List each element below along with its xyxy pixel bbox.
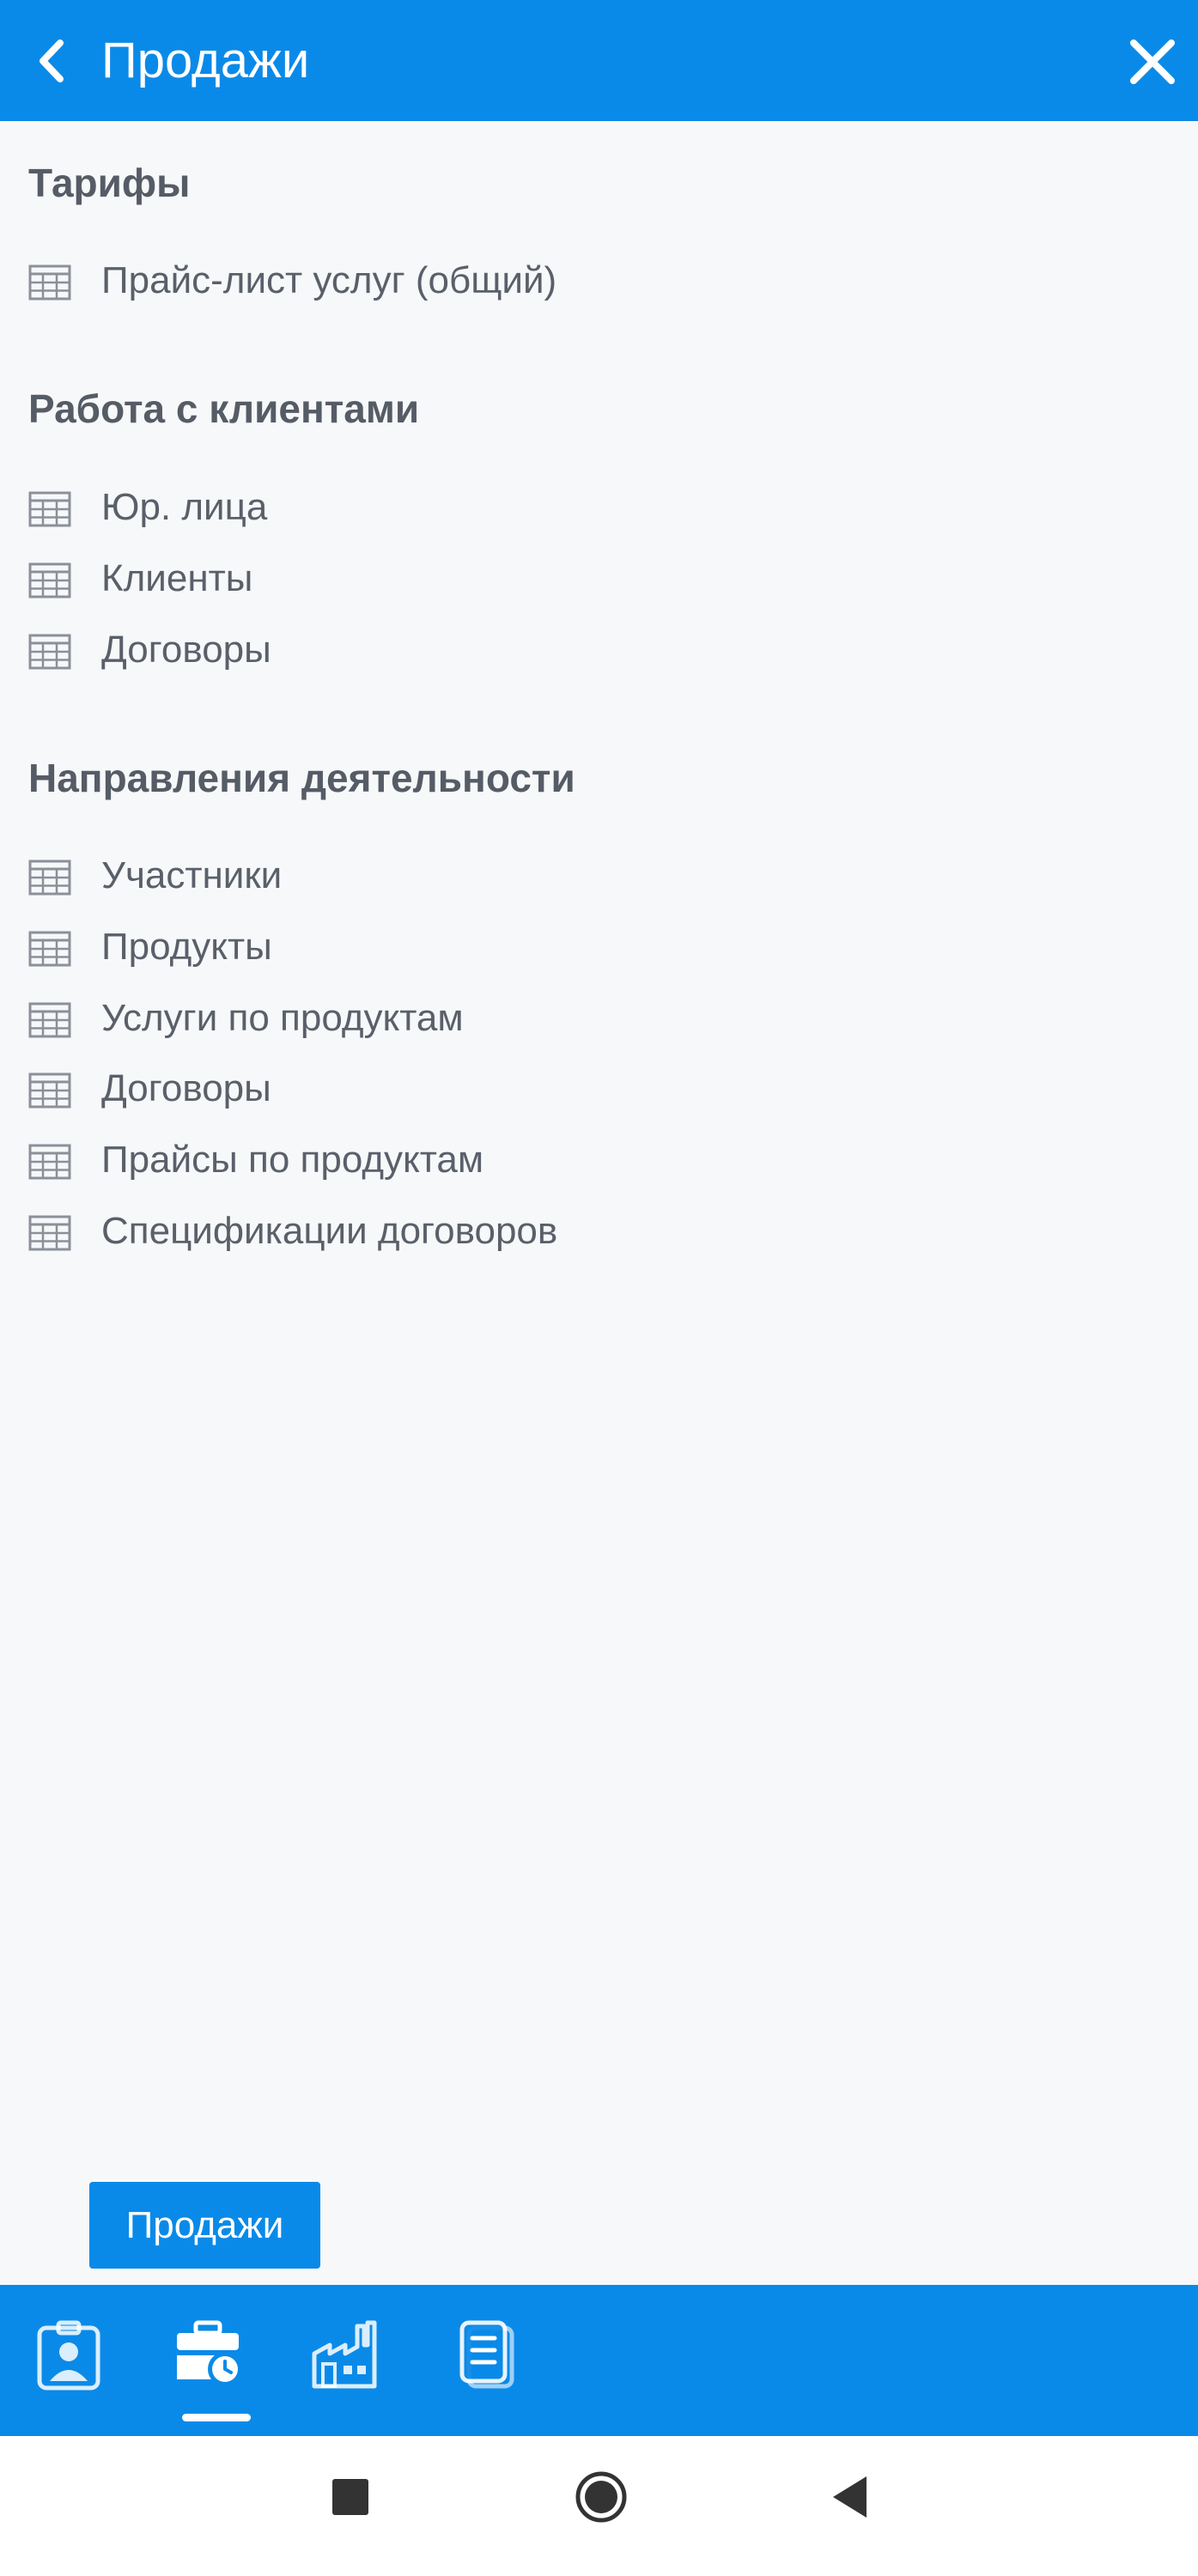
close-icon[interactable]: [1125, 34, 1180, 89]
list-item-legal-entities[interactable]: Юр. лица: [0, 476, 773, 539]
system-back-button[interactable]: [807, 2436, 893, 2576]
list-item-label: Прайсы по продуктам: [101, 1139, 484, 1181]
section-title-activity-directions: Направления деятельности: [28, 756, 575, 800]
home-button[interactable]: [558, 2436, 644, 2576]
sales-button[interactable]: Продажи: [89, 2182, 320, 2269]
tab-profile[interactable]: [7, 2285, 127, 2436]
table-icon: [28, 1144, 71, 1180]
recents-button[interactable]: [307, 2436, 393, 2576]
briefcase-clock-icon: [177, 2320, 242, 2386]
list-item-label: Клиенты: [101, 557, 253, 599]
list-item-contract-specifications[interactable]: Спецификации договоров: [0, 1200, 773, 1263]
table-icon: [28, 1215, 71, 1251]
table-icon: [28, 562, 71, 598]
list-item-label: Услуги по продуктам: [101, 997, 464, 1039]
back-chevron-icon[interactable]: [26, 31, 77, 91]
home-circle-icon: [575, 2471, 627, 2523]
list-item-participants[interactable]: Участники: [0, 844, 773, 908]
table-icon: [28, 931, 71, 967]
table-icon: [28, 491, 71, 527]
list-item-label: Договоры: [101, 629, 271, 671]
factory-icon: [312, 2320, 377, 2389]
list-item-label: Юр. лица: [101, 486, 268, 528]
system-navigation-bar: [0, 2436, 1198, 2576]
table-icon: [28, 1002, 71, 1038]
table-icon: [28, 264, 71, 301]
page-title: Продажи: [101, 33, 310, 88]
table-icon: [28, 634, 71, 670]
list-item-label: Продукты: [101, 926, 272, 968]
section-title-clients: Работа с клиентами: [28, 386, 420, 431]
back-triangle-icon: [833, 2476, 867, 2518]
list-item-clients[interactable]: Клиенты: [0, 547, 773, 611]
tab-production[interactable]: [283, 2285, 404, 2436]
list-item-label: Спецификации договоров: [101, 1210, 558, 1252]
list-item-label: Договоры: [101, 1067, 271, 1109]
list-item-price-list[interactable]: Прайс-лист услуг (общий): [0, 249, 773, 313]
recents-square-icon: [332, 2479, 368, 2515]
table-icon: [28, 860, 71, 896]
top-app-bar: Продажи: [0, 0, 1198, 121]
user-badge-icon: [37, 2320, 100, 2391]
document-icon: [459, 2320, 514, 2389]
table-icon: [28, 1072, 71, 1109]
list-item-activity-contracts[interactable]: Договоры: [0, 1057, 773, 1121]
list-item-label: Прайс-лист услуг (общий): [101, 259, 557, 301]
section-title-tariffs: Тарифы: [28, 161, 191, 205]
list-item-products[interactable]: Продукты: [0, 915, 773, 979]
tab-sales[interactable]: [146, 2285, 266, 2436]
list-item-product-prices[interactable]: Прайсы по продуктам: [0, 1128, 773, 1192]
active-tab-indicator: [182, 2414, 251, 2421]
list-item-contracts[interactable]: Договоры: [0, 618, 773, 682]
list-item-product-services[interactable]: Услуги по продуктам: [0, 987, 773, 1050]
list-item-label: Участники: [101, 854, 283, 896]
bottom-tab-bar: [0, 2285, 1198, 2436]
tab-documents[interactable]: [426, 2285, 546, 2436]
